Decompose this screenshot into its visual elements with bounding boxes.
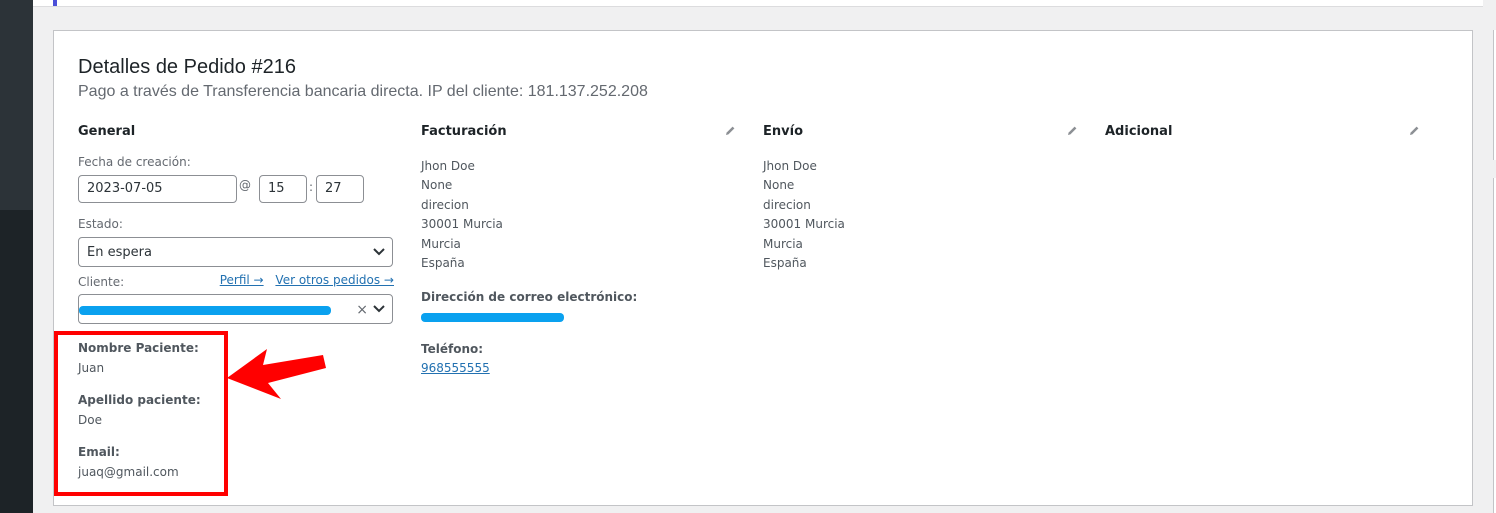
order-details-panel: Detalles de Pedido #216 Pago a través de… (53, 30, 1473, 506)
redacted-billing-email (421, 313, 564, 322)
billing-address-line: Jhon Doe (421, 159, 475, 173)
pencil-icon[interactable] (1065, 124, 1079, 138)
shipping-address-line: None (763, 178, 795, 192)
time-separator: : (309, 180, 314, 194)
status-label: Estado: (78, 217, 123, 231)
billing-address-line: direcion (421, 198, 469, 212)
admin-sidebar (0, 0, 33, 513)
chevron-down-icon (373, 248, 385, 256)
shipping-address-line: Murcia (763, 237, 803, 251)
status-select-value: En espera (87, 245, 152, 260)
billing-phone-label: Teléfono: (421, 342, 484, 356)
creation-date-label: Fecha de creación: (78, 155, 191, 169)
profile-link[interactable]: Perfil → (220, 273, 264, 287)
redacted-customer (79, 306, 331, 315)
customer-label: Cliente: (78, 275, 125, 289)
hour-input[interactable]: 15 (259, 175, 307, 203)
status-select[interactable]: En espera (78, 237, 393, 267)
billing-address-line: Murcia (421, 237, 461, 251)
annotation-highlight-box (54, 331, 228, 496)
admin-sidebar-upper (0, 0, 33, 210)
billing-phone-value: 968555555 (421, 361, 490, 375)
date-input[interactable]: 2023-07-05 (78, 175, 237, 203)
other-orders-link[interactable]: Ver otros pedidos → (275, 273, 394, 287)
pencil-icon[interactable] (723, 124, 737, 138)
order-title: Detalles de Pedido #216 (78, 56, 296, 78)
chevron-down-icon (373, 305, 385, 313)
billing-email-label: Dirección de correo electrónico: (421, 290, 638, 304)
shipping-address-line: Jhon Doe (763, 159, 817, 173)
billing-address-line: None (421, 178, 453, 192)
additional-heading: Adicional (1105, 124, 1173, 139)
at-symbol: @ (239, 178, 251, 192)
billing-address-line: 30001 Murcia (421, 217, 503, 231)
minute-input[interactable]: 27 (316, 175, 364, 203)
shipping-heading: Envío (763, 124, 803, 139)
billing-address-line: España (421, 256, 465, 270)
shipping-address-line: España (763, 256, 807, 270)
phone-link[interactable]: 968555555 (421, 361, 490, 375)
top-tab-strip (33, 0, 1483, 7)
red-arrow-icon (227, 349, 326, 399)
pencil-icon[interactable] (1407, 124, 1421, 138)
shipping-address-line: direcion (763, 198, 811, 212)
customer-select[interactable]: × (78, 294, 393, 324)
order-subtitle: Pago a través de Transferencia bancaria … (78, 83, 648, 100)
billing-heading: Facturación (421, 124, 507, 139)
shipping-address-line: 30001 Murcia (763, 217, 845, 231)
active-tab-indicator (53, 0, 57, 6)
general-heading: General (78, 124, 136, 139)
customer-links: Perfil → Ver otros pedidos → (220, 273, 394, 287)
clear-customer-icon[interactable]: × (356, 295, 368, 325)
